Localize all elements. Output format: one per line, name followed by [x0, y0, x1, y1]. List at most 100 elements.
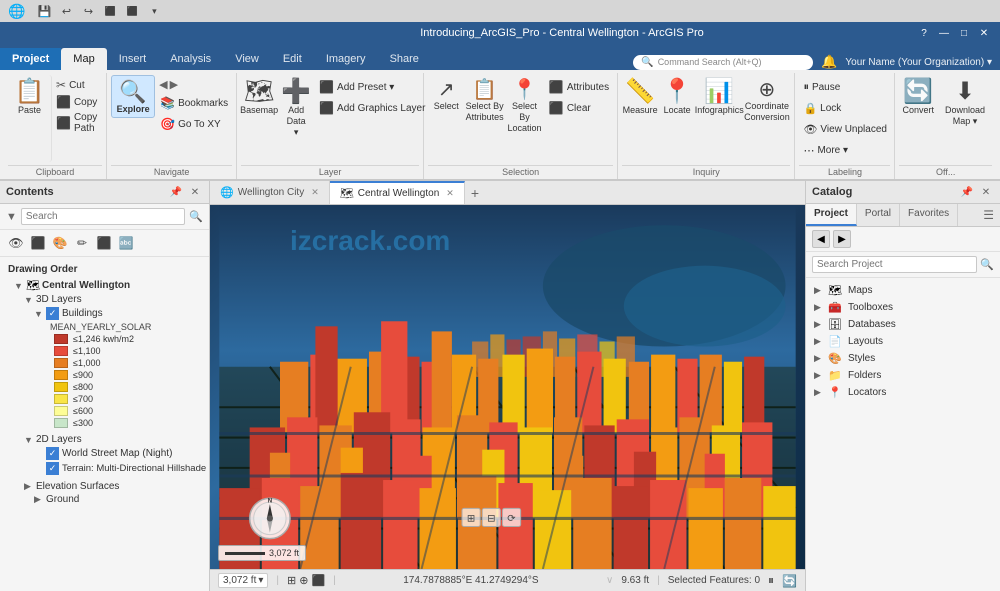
basemap-button[interactable]: 🗺 Basemap — [241, 75, 277, 118]
qa-open[interactable]: ⬛ — [123, 2, 141, 20]
copy-path-button[interactable]: ⬛ Copy Path — [53, 111, 102, 135]
tree-item-world-street[interactable]: ✓ World Street Map (Night) — [0, 446, 209, 461]
catalog-item-toolboxes[interactable]: ▶ 🧰 Toolboxes — [806, 299, 1000, 316]
contents-search-input[interactable] — [21, 208, 185, 225]
layer-style-icon[interactable]: 🎨 — [50, 233, 70, 253]
catalog-item-locators[interactable]: ▶ 📍 Locators — [806, 384, 1000, 401]
catalog-item-layouts[interactable]: ▶ 📄 Layouts — [806, 333, 1000, 350]
select-by-attr-button[interactable]: 📋 Select By Attributes — [465, 75, 504, 125]
maximize-button[interactable]: □ — [956, 25, 972, 41]
qa-save[interactable]: 💾 — [35, 2, 53, 20]
lock-button[interactable]: 🔒 Lock — [799, 98, 891, 118]
help-button[interactable]: ? — [916, 25, 932, 41]
tree-item-2d-layers[interactable]: ▼ 2D Layers — [0, 433, 209, 446]
catalog-close-icon[interactable]: ✕ — [978, 184, 994, 200]
catalog-tab-portal[interactable]: Portal — [857, 204, 900, 226]
tree-item-ground[interactable]: ▶ Ground — [0, 493, 209, 506]
close-button[interactable]: ✕ — [976, 25, 992, 41]
bookmarks-button[interactable]: 📚 Bookmarks — [156, 93, 232, 113]
tree-item-3d-layers[interactable]: ▼ 3D Layers — [0, 293, 209, 306]
catalog-search-icon[interactable]: 🔍 — [980, 258, 994, 271]
target-icon[interactable]: ⊕ — [299, 574, 308, 587]
tree-item-elevation[interactable]: ▶ Elevation Surfaces — [0, 480, 209, 493]
add-data-button[interactable]: ➕ Add Data ▾ — [278, 75, 314, 140]
catalog-back-btn[interactable]: ◀ — [812, 230, 830, 248]
map-viewport[interactable]: izcrack.com — [210, 205, 805, 569]
catalog-menu-icon[interactable]: ☰ — [977, 204, 1000, 226]
qa-dropdown[interactable]: ▾ — [145, 2, 163, 20]
view-unplaced-button[interactable]: 👁 View Unplaced — [799, 119, 891, 139]
layers-icon[interactable]: ⬛ — [311, 574, 325, 587]
tree-item-terrain[interactable]: ✓ Terrain: Multi-Directional Hillshade — [0, 461, 209, 476]
tree-item-buildings[interactable]: ▼ ✓ Buildings — [0, 306, 209, 321]
new-tab-button[interactable]: + — [465, 182, 485, 204]
layer-edit-icon[interactable]: ✏ — [72, 233, 92, 253]
cut-button[interactable]: ✂ Cut — [53, 77, 102, 93]
tab-close[interactable]: ✕ — [446, 188, 454, 199]
catalog-tab-project[interactable]: Project — [806, 204, 857, 226]
panel-close-icon[interactable]: ✕ — [187, 184, 203, 200]
tab-edit[interactable]: Edit — [271, 48, 314, 70]
terrain-checkbox[interactable]: ✓ — [46, 462, 59, 475]
tab-insert[interactable]: Insert — [107, 48, 159, 70]
select-by-loc-button[interactable]: 📍 Select By Location — [505, 75, 544, 135]
forward-icon[interactable]: ▶ — [170, 78, 178, 91]
clear-button[interactable]: ⬛ Clear — [545, 98, 613, 118]
grid-icon[interactable]: ⊞ — [287, 574, 296, 587]
coord-conv-button[interactable]: ⊕ Coordinate Conversion — [743, 75, 790, 125]
tab-wellington-city[interactable]: 🌐 Wellington City ✕ — [210, 181, 330, 204]
back-forward-buttons[interactable]: ◀ ▶ — [156, 77, 232, 92]
locate-button[interactable]: 📍 Locate — [659, 75, 695, 118]
qa-new[interactable]: ⬛ — [101, 2, 119, 20]
catalog-item-styles[interactable]: ▶ 🎨 Styles — [806, 350, 1000, 367]
tab-imagery[interactable]: Imagery — [314, 48, 378, 70]
catalog-search-input[interactable] — [812, 256, 977, 273]
tab-project[interactable]: Project — [0, 48, 61, 70]
download-map-button[interactable]: ⬇ Download Map ▾ — [938, 75, 992, 129]
tab-close[interactable]: ✕ — [311, 187, 319, 198]
catalog-forward-btn[interactable]: ▶ — [833, 230, 851, 248]
select-button[interactable]: ↗ Select — [428, 75, 464, 114]
tree-item-central-wellington[interactable]: ▼ 🗺 Central Wellington — [0, 278, 209, 293]
user-info[interactable]: Your Name (Your Organization) ▾ — [845, 57, 992, 68]
tab-central-wellington[interactable]: 🗺 Central Wellington ✕ — [330, 181, 465, 204]
tab-map[interactable]: Map — [61, 48, 106, 70]
layer-label-icon[interactable]: 🔤 — [116, 233, 136, 253]
refresh-btn[interactable]: 🔄 — [782, 574, 797, 588]
infographics-button[interactable]: 📊 Infographics — [696, 75, 742, 118]
buildings-checkbox[interactable]: ✓ — [46, 307, 59, 320]
tab-share[interactable]: Share — [378, 48, 431, 70]
more-button[interactable]: ⋯ More ▾ — [799, 140, 891, 160]
qa-redo[interactable]: ↪ — [79, 2, 97, 20]
catalog-pin-icon[interactable]: 📌 — [959, 184, 975, 200]
layer-select-icon[interactable]: ⬛ — [94, 233, 114, 253]
measure-button[interactable]: 📏 Measure — [622, 75, 658, 118]
tab-analysis[interactable]: Analysis — [158, 48, 223, 70]
panel-pin-icon[interactable]: 📌 — [168, 184, 184, 200]
back-icon[interactable]: ◀ — [159, 78, 167, 91]
qa-undo[interactable]: ↩ — [57, 2, 75, 20]
catalog-tab-favorites[interactable]: Favorites — [900, 204, 958, 226]
search-icon[interactable]: 🔍 — [189, 210, 203, 223]
layer-vis-icon[interactable]: 👁 — [6, 233, 26, 253]
notification-icon[interactable]: 🔔 — [821, 54, 837, 70]
filter-icon[interactable]: ▼ — [6, 211, 17, 223]
pause-btn[interactable]: ⏸ — [768, 573, 774, 588]
scale-dropdown-item[interactable]: 3,072 ft ▾ — [218, 573, 268, 588]
pause-button[interactable]: ⏸ Pause — [799, 77, 891, 97]
convert-button[interactable]: 🔄 Convert — [899, 75, 937, 118]
explore-button[interactable]: 🔍 Explore — [111, 75, 155, 118]
attributes-button[interactable]: ⬛ Attributes — [545, 77, 613, 97]
layer-group-icon[interactable]: ⬛ — [28, 233, 48, 253]
catalog-item-maps[interactable]: ▶ 🗺 Maps — [806, 282, 1000, 299]
tab-view[interactable]: View — [223, 48, 271, 70]
paste-button[interactable]: 📋 Paste — [8, 75, 52, 162]
command-search-box[interactable]: 🔍 Command Search (Alt+Q) — [633, 55, 813, 70]
minimize-button[interactable]: — — [936, 25, 952, 41]
world-street-checkbox[interactable]: ✓ — [46, 447, 59, 460]
add-preset-button[interactable]: ⬛ Add Preset ▾ — [315, 77, 429, 97]
catalog-item-folders[interactable]: ▶ 📁 Folders — [806, 367, 1000, 384]
goto-xy-button[interactable]: 🎯 Go To XY — [156, 114, 232, 134]
add-graphics-button[interactable]: ⬛ Add Graphics Layer — [315, 98, 429, 118]
copy-button[interactable]: ⬛ Copy — [53, 94, 102, 110]
